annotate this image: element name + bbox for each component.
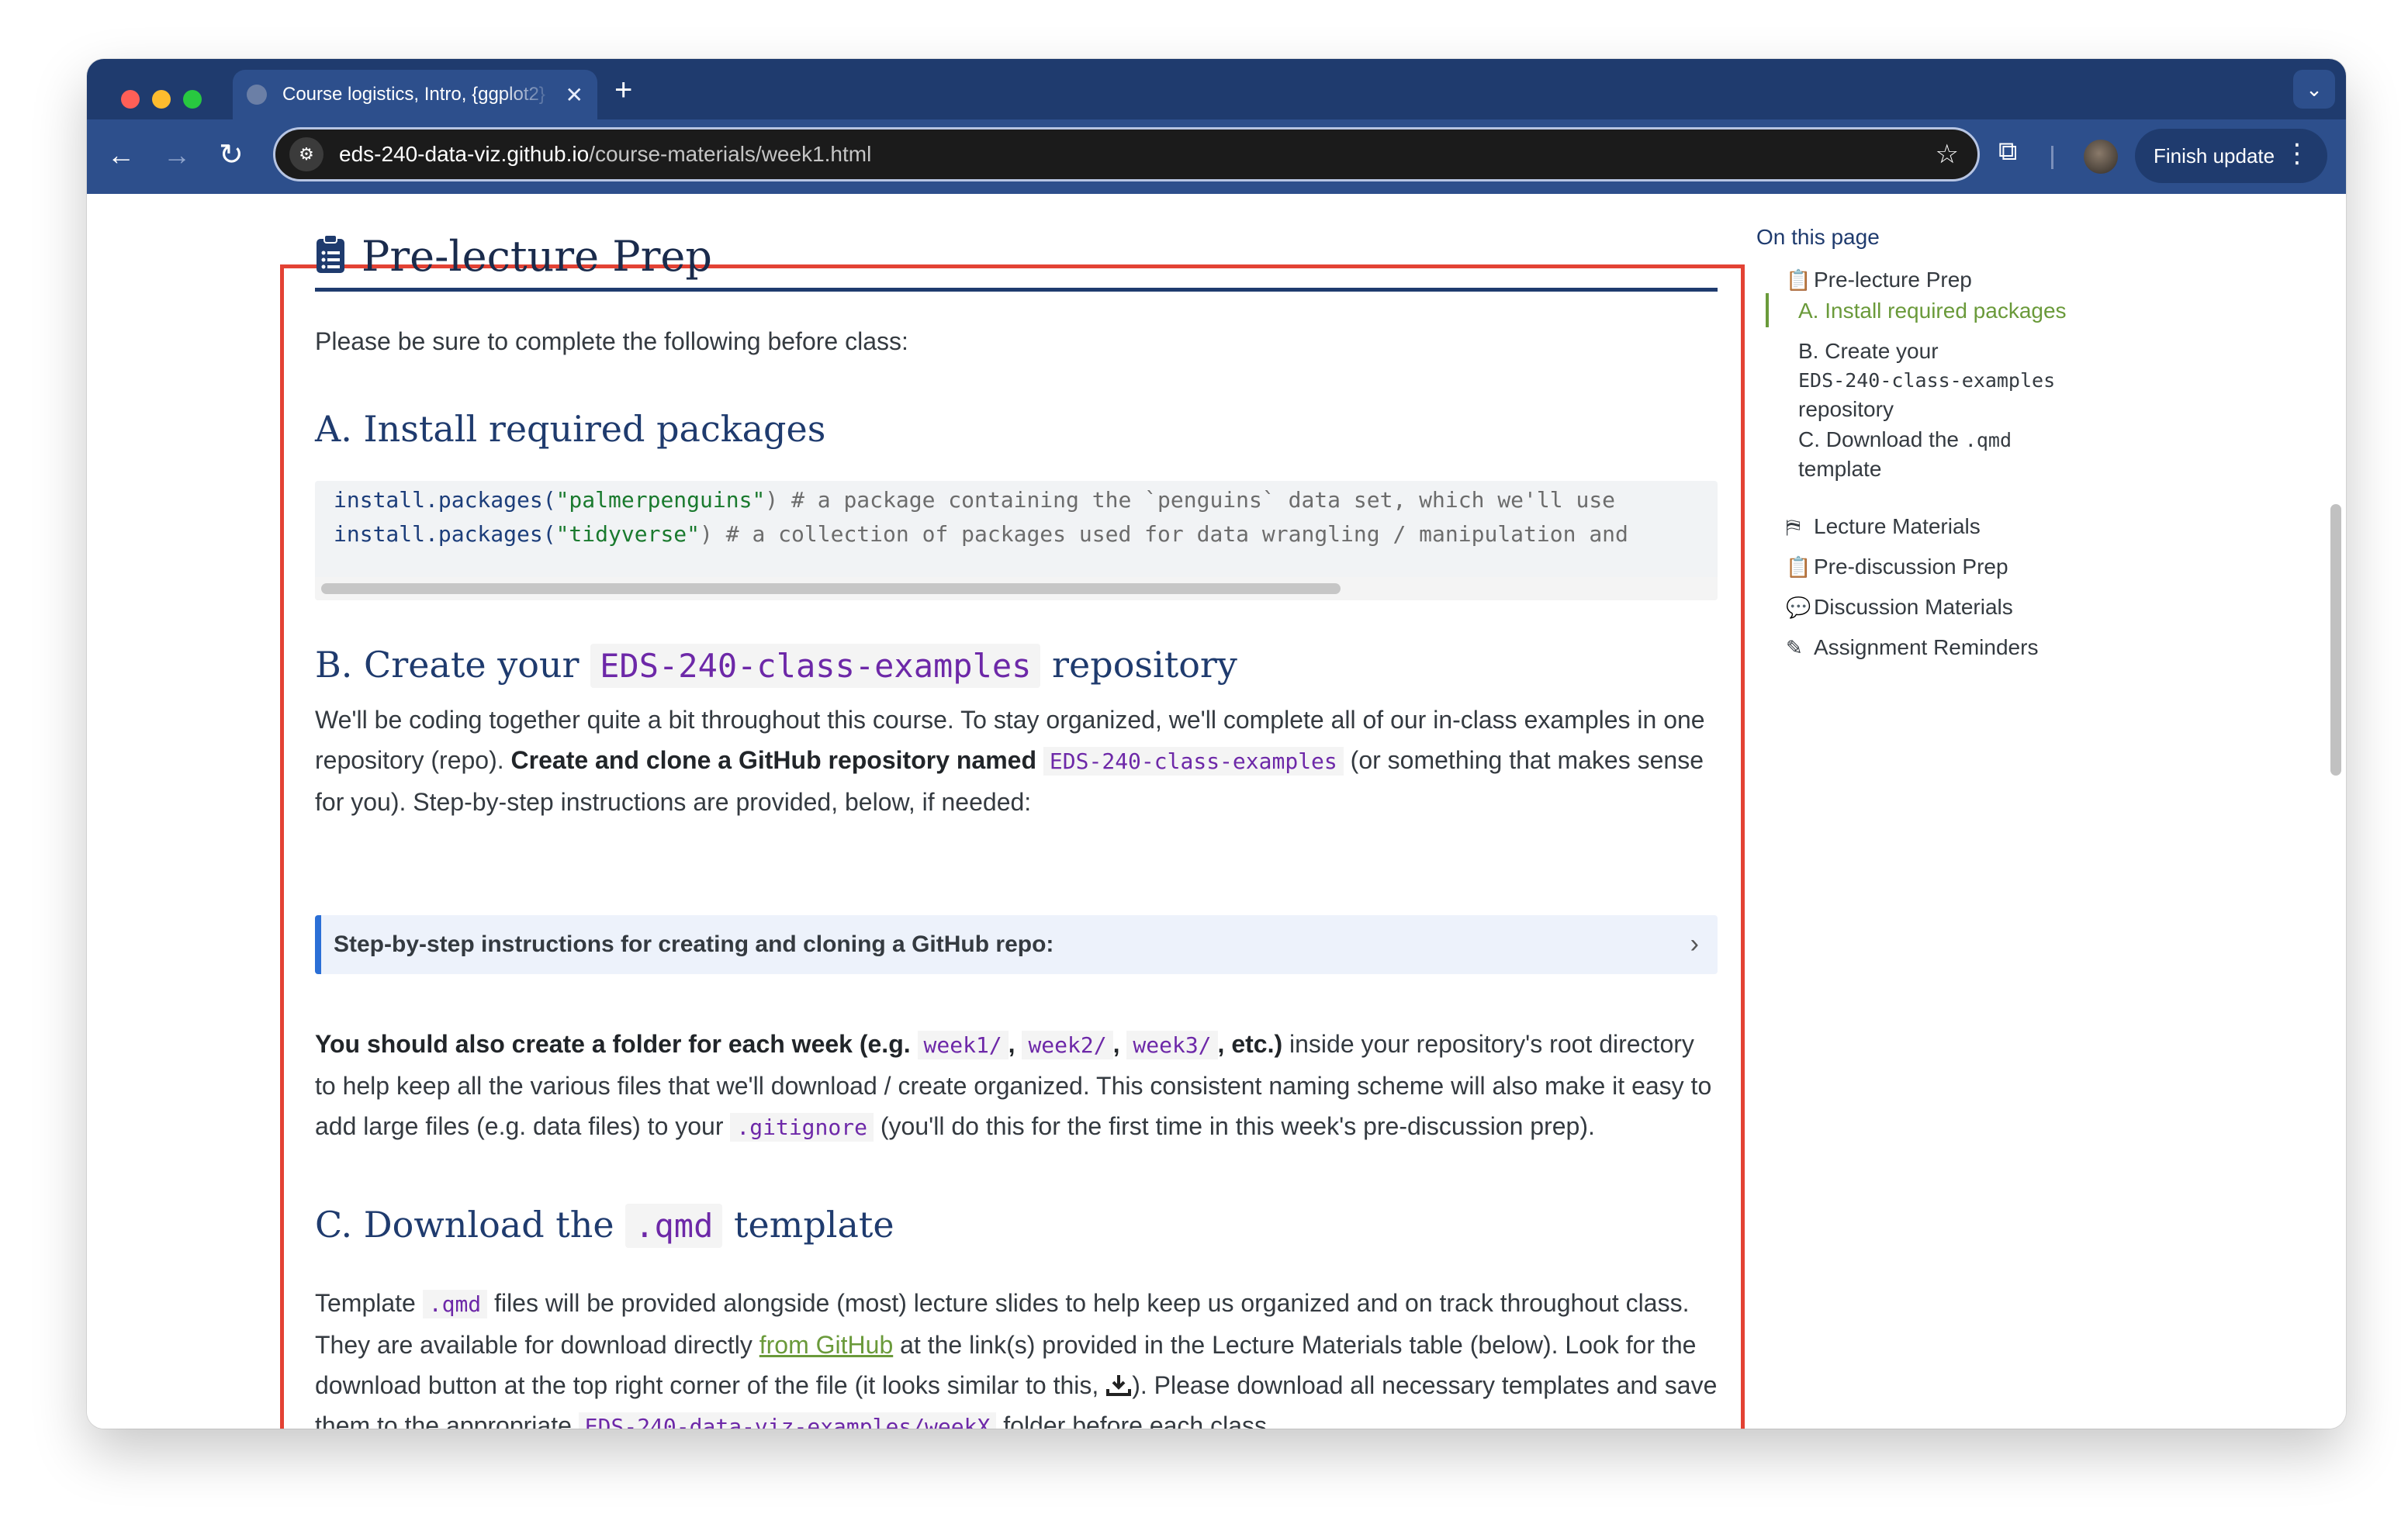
- clipboard-icon: [317, 234, 344, 273]
- toolbar-divider: [2051, 146, 2053, 169]
- browser-window: Course logistics, Intro, {ggplot2} ✕ + ⌄…: [87, 59, 2346, 1429]
- instructions-callout[interactable]: Step-by-step instructions for creating a…: [315, 915, 1718, 974]
- globe-icon: [247, 85, 267, 105]
- section-c-heading: C. Download the .qmd template: [315, 1204, 894, 1248]
- address-bar[interactable]: ⚙ eds-240-data-viz.github.io/course-mate…: [273, 127, 1980, 181]
- clipboard-icon: 📋: [1786, 555, 1811, 579]
- folder-paragraph: You should also create a folder for each…: [315, 1030, 1712, 1142]
- chevron-right-icon[interactable]: ›: [1690, 929, 1699, 959]
- bookmark-star-icon[interactable]: ☆: [1936, 139, 1959, 170]
- page-scrollbar-thumb[interactable]: [2330, 504, 2341, 776]
- toc-item-discussion-materials[interactable]: 💬 Discussion Materials: [1786, 593, 2013, 622]
- toc-item-download-template[interactable]: C. Download the .qmd template: [1798, 425, 2012, 483]
- section-c-paragraph: Template .qmd files will be provided alo…: [315, 1283, 1718, 1429]
- close-tab-icon[interactable]: ✕: [566, 82, 583, 108]
- more-menu-icon[interactable]: ⋮: [2284, 138, 2310, 169]
- page-title-text: Pre-lecture Prep: [362, 232, 712, 281]
- url-text[interactable]: eds-240-data-viz.github.io/course-materi…: [339, 142, 1936, 167]
- toc-item-assignment-reminders[interactable]: ✎ Assignment Reminders: [1786, 633, 2038, 662]
- code-line-1: install.packages("palmerpenguins") # a p…: [334, 487, 1616, 513]
- profile-avatar[interactable]: [2084, 140, 2118, 174]
- clipboard-icon: 📋: [1786, 268, 1811, 292]
- code-scrollbar-thumb[interactable]: [321, 583, 1341, 594]
- code-line-2: install.packages("tidyverse") # a collec…: [334, 521, 1628, 547]
- comments-icon: 💬: [1786, 596, 1811, 619]
- browser-chrome: Course logistics, Intro, {ggplot2} ✕ + ⌄…: [87, 59, 2346, 194]
- callout-title[interactable]: Step-by-step instructions for creating a…: [334, 931, 1054, 958]
- finish-update-button[interactable]: Finish update ⋮: [2135, 129, 2327, 183]
- minimize-window-button[interactable]: [152, 90, 171, 109]
- toc-item-install-packages[interactable]: A. Install required packages: [1798, 296, 2067, 326]
- page-scrollbar[interactable]: [2324, 211, 2341, 1429]
- toc-item-lecture-materials[interactable]: ⛿ Lecture Materials: [1786, 512, 1981, 541]
- toc-item-pre-lecture-prep[interactable]: 📋 Pre-lecture Prep: [1786, 265, 1972, 295]
- section-a-heading: A. Install required packages: [315, 408, 826, 450]
- site-settings-icon[interactable]: ⚙: [289, 137, 323, 171]
- page-title: Pre-lecture Prep: [315, 234, 1718, 292]
- section-b-heading: B. Create your EDS-240-class-examples re…: [315, 644, 1237, 688]
- code-block: install.packages("palmerpenguins") # a p…: [315, 481, 1718, 600]
- reload-icon[interactable]: ↻: [219, 138, 244, 172]
- github-link[interactable]: from GitHub: [759, 1331, 893, 1359]
- maximize-window-button[interactable]: [183, 90, 202, 109]
- code-scrollbar[interactable]: [315, 577, 1718, 600]
- tab-title: Course logistics, Intro, {ggplot2}: [282, 84, 545, 105]
- presentation-icon: ⛿: [1786, 515, 1801, 538]
- toc-item-pre-discussion-prep[interactable]: 📋 Pre-discussion Prep: [1786, 552, 2008, 582]
- section-b-paragraph: We'll be coding together quite a bit thr…: [315, 706, 1705, 816]
- browser-tab[interactable]: Course logistics, Intro, {ggplot2} ✕: [233, 70, 597, 119]
- download-icon: [1106, 1375, 1132, 1396]
- tab-search-button[interactable]: ⌄: [2293, 70, 2335, 109]
- forward-arrow-icon[interactable]: →: [163, 138, 191, 172]
- extensions-puzzle-icon[interactable]: ⧉: [1998, 137, 2017, 167]
- pencil-icon: ✎: [1786, 636, 1803, 659]
- intro-text: Please be sure to complete the following…: [315, 327, 908, 355]
- new-tab-button[interactable]: +: [614, 73, 632, 108]
- browser-toolbar: ← → ↻ ⚙ eds-240-data-viz.github.io/cours…: [87, 119, 2346, 194]
- toc-heading: On this page: [1756, 225, 1880, 249]
- close-window-button[interactable]: [121, 90, 140, 109]
- back-arrow-icon[interactable]: ←: [107, 138, 135, 172]
- toc-item-create-repo[interactable]: B. Create your EDS-240-class-examples re…: [1798, 337, 2055, 423]
- page-viewport: Pre-lecture Prep Please be sure to compl…: [87, 194, 2346, 1429]
- toc-active-indicator: [1766, 293, 1769, 327]
